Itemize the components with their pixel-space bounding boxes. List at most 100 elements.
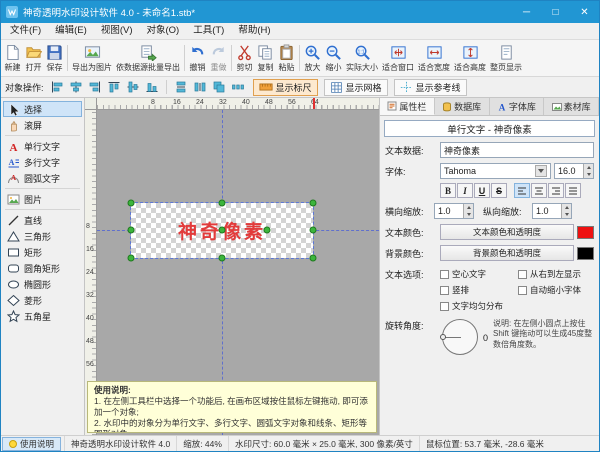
align-left-button[interactable] <box>48 79 66 96</box>
tool-pan[interactable]: 滚屏 <box>3 117 82 133</box>
usage-help-button[interactable]: 使用说明 <box>2 436 62 451</box>
selection-handle[interactable] <box>127 226 135 234</box>
selection-handle[interactable] <box>218 226 226 234</box>
align-text-left-button[interactable] <box>514 183 530 198</box>
checkbox-rtl[interactable]: 从右到左显示 <box>518 268 594 280</box>
chevron-down-icon[interactable] <box>535 165 547 177</box>
selection-handle[interactable] <box>309 199 317 207</box>
tool-single-text[interactable]: A 单行文字 <box>3 138 82 154</box>
full-page-button[interactable]: 整页显示 <box>488 41 524 75</box>
increment-button[interactable] <box>561 204 571 211</box>
decrement-button[interactable] <box>583 171 593 178</box>
text-color-button[interactable]: 文本颜色和透明度 <box>440 224 574 240</box>
menu-tool[interactable]: 工具(T) <box>186 23 231 39</box>
checkbox-justify-text[interactable]: 文字均匀分布 <box>440 300 516 312</box>
align-right-button[interactable] <box>86 79 104 96</box>
tool-line[interactable]: 直线 <box>3 212 82 228</box>
checkbox-icon[interactable] <box>518 269 527 279</box>
show-guides-toggle[interactable]: 显示参考线 <box>393 78 467 96</box>
selection-handle[interactable] <box>127 199 135 207</box>
checkbox-icon[interactable] <box>440 285 449 295</box>
selection-handle[interactable] <box>127 254 135 262</box>
show-grid-toggle[interactable]: 显示网格 <box>323 78 388 96</box>
text-data-input[interactable]: 神奇像素 <box>440 142 594 158</box>
increment-button[interactable] <box>583 164 593 171</box>
minimize-button[interactable]: ─ <box>512 1 541 23</box>
text-color-swatch[interactable] <box>577 225 594 239</box>
tool-multi-text[interactable]: A 多行文字 <box>3 154 82 170</box>
show-ruler-toggle[interactable]: 显示标尺 <box>252 78 318 96</box>
export-image-button[interactable]: 导出为图片 <box>70 41 114 75</box>
open-button[interactable]: 打开 <box>23 41 44 75</box>
align-bottom-button[interactable] <box>143 79 161 96</box>
font-size-stepper[interactable]: 16.0 <box>554 163 594 179</box>
bg-color-button[interactable]: 背景颜色和透明度 <box>440 245 574 261</box>
watermark-object[interactable]: 神奇像素 <box>127 199 317 262</box>
checkbox-icon[interactable] <box>440 269 449 279</box>
align-middle-button[interactable] <box>124 79 142 96</box>
maximize-button[interactable]: □ <box>541 1 570 23</box>
tab-materials[interactable]: 素材库 <box>544 98 599 115</box>
selection-handle[interactable] <box>218 254 226 262</box>
fit-height-button[interactable]: 适合高度 <box>452 41 488 75</box>
same-size-button[interactable] <box>210 79 228 96</box>
same-height-button[interactable] <box>191 79 209 96</box>
menu-help[interactable]: 帮助(H) <box>231 23 277 39</box>
tool-rounded-rect[interactable]: 圆角矩形 <box>3 260 82 276</box>
hscale-stepper[interactable]: 1.0 <box>434 203 474 219</box>
fit-width-button[interactable]: 适合宽度 <box>416 41 452 75</box>
tool-image[interactable]: 图片 <box>3 191 82 207</box>
tool-rect[interactable]: 矩形 <box>3 244 82 260</box>
underline-button[interactable]: U <box>474 183 490 198</box>
actual-size-button[interactable]: 1:1 实际大小 <box>344 41 380 75</box>
fit-window-button[interactable]: 适合窗口 <box>380 41 416 75</box>
cut-button[interactable]: 剪切 <box>234 41 255 75</box>
decrement-button[interactable] <box>561 211 571 218</box>
tool-triangle[interactable]: 三角形 <box>3 228 82 244</box>
align-text-center-button[interactable] <box>531 183 547 198</box>
strikethrough-button[interactable]: S <box>491 183 507 198</box>
increment-button[interactable] <box>463 204 473 211</box>
tool-select[interactable]: 选择 <box>3 101 82 117</box>
tool-diamond[interactable]: 菱形 <box>3 292 82 308</box>
align-top-button[interactable] <box>105 79 123 96</box>
canvas[interactable]: 8 16 24 32 40 48 56 64 8 16 24 32 40 48 … <box>85 98 379 435</box>
tool-arc-text[interactable]: A 圆弧文字 <box>3 170 82 186</box>
font-select[interactable]: Tahoma <box>440 163 551 179</box>
tab-fonts[interactable]: A 字体库 <box>490 98 545 115</box>
save-button[interactable]: 保存 <box>44 41 65 75</box>
rotation-handle[interactable] <box>263 226 271 234</box>
close-button[interactable]: ✕ <box>570 1 599 23</box>
checkbox-autoshrink[interactable]: 自动缩小字体 <box>518 284 594 296</box>
bg-color-swatch[interactable] <box>577 246 594 260</box>
italic-button[interactable]: I <box>457 183 473 198</box>
undo-button[interactable]: 撤销 <box>187 41 208 75</box>
menu-object[interactable]: 对象(O) <box>139 23 186 39</box>
rotation-dial[interactable] <box>440 319 478 355</box>
checkbox-hollow-text[interactable]: 空心文字 <box>440 268 516 280</box>
distribute-button[interactable] <box>229 79 247 96</box>
selected-object-header[interactable]: 单行文字 - 神奇像素 <box>384 120 595 137</box>
tab-properties[interactable]: 属性栏 <box>380 98 435 115</box>
paste-button[interactable]: 粘贴 <box>276 41 297 75</box>
tool-star[interactable]: 五角星 <box>3 308 82 324</box>
checkbox-vertical[interactable]: 竖排 <box>440 284 516 296</box>
vscale-stepper[interactable]: 1.0 <box>532 203 572 219</box>
zoom-in-button[interactable]: 放大 <box>302 41 323 75</box>
tab-database[interactable]: 数据库 <box>435 98 490 115</box>
copy-button[interactable]: 复制 <box>255 41 276 75</box>
align-text-justify-button[interactable] <box>565 183 581 198</box>
selection-handle[interactable] <box>309 254 317 262</box>
align-text-right-button[interactable] <box>548 183 564 198</box>
zoom-out-button[interactable]: 缩小 <box>323 41 344 75</box>
menu-view[interactable]: 视图(V) <box>94 23 140 39</box>
redo-button[interactable]: 重做 <box>208 41 229 75</box>
checkbox-icon[interactable] <box>518 285 527 295</box>
rotation-dial-handle[interactable] <box>440 334 446 340</box>
tool-ellipse[interactable]: 椭圆形 <box>3 276 82 292</box>
selection-handle[interactable] <box>218 199 226 207</box>
bold-button[interactable]: B <box>440 183 456 198</box>
align-center-button[interactable] <box>67 79 85 96</box>
checkbox-icon[interactable] <box>440 301 449 311</box>
new-button[interactable]: 新建 <box>2 41 23 75</box>
